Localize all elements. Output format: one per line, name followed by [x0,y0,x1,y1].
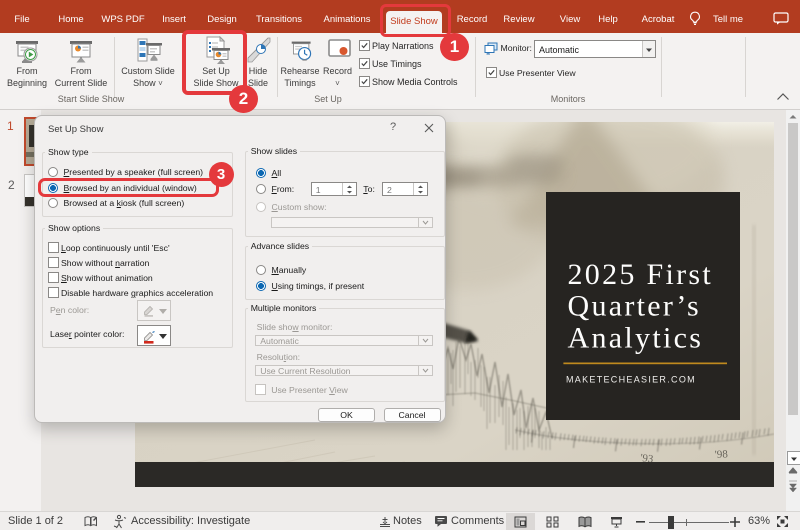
svg-text:Analytics: Analytics [568,321,704,354]
svg-text:MAKETECHEASIER.COM: MAKETECHEASIER.COM [566,375,696,385]
svg-text:2025 First: 2025 First [568,258,714,291]
svg-text:'98: '98 [715,448,729,461]
svg-text:Quarter’s: Quarter’s [568,290,701,323]
